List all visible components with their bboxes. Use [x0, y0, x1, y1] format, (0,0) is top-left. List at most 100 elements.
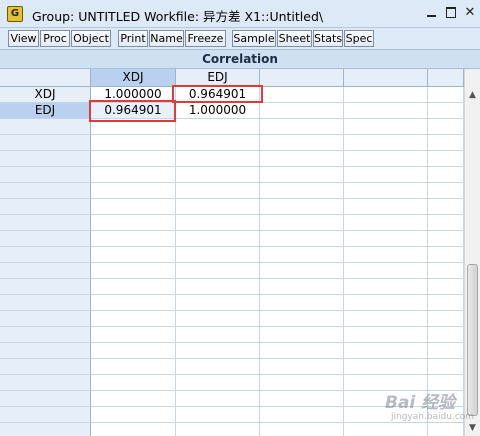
stats-button[interactable]: Stats	[313, 30, 343, 47]
empty-cell[interactable]	[344, 135, 428, 151]
empty-cell[interactable]	[176, 183, 260, 199]
empty-cell[interactable]	[260, 231, 344, 247]
empty-cell[interactable]	[91, 423, 176, 436]
cell-xdj-xdj[interactable]: 1.000000	[91, 87, 176, 103]
name-button[interactable]: Name	[149, 30, 184, 47]
empty-cell[interactable]	[91, 119, 176, 135]
empty-cell[interactable]	[176, 375, 260, 391]
empty-cell[interactable]	[176, 119, 260, 135]
empty-cell[interactable]	[428, 215, 464, 231]
row-header-empty[interactable]	[0, 247, 91, 263]
empty-cell[interactable]	[344, 423, 428, 436]
row-header-empty[interactable]	[0, 215, 91, 231]
empty-cell[interactable]	[428, 103, 464, 119]
empty-cell[interactable]	[260, 407, 344, 423]
empty-cell[interactable]	[176, 151, 260, 167]
empty-cell[interactable]	[91, 359, 176, 375]
object-button[interactable]: Object	[71, 30, 111, 47]
empty-cell[interactable]	[91, 407, 176, 423]
row-header-empty[interactable]	[0, 311, 91, 327]
row-header-empty[interactable]	[0, 343, 91, 359]
empty-cell[interactable]	[428, 87, 464, 103]
row-header-empty[interactable]	[0, 199, 91, 215]
minimize-button[interactable]	[422, 4, 440, 22]
empty-cell[interactable]	[260, 167, 344, 183]
empty-cell[interactable]	[260, 135, 344, 151]
row-header-edj[interactable]: EDJ	[0, 103, 91, 119]
row-header-empty[interactable]	[0, 359, 91, 375]
empty-cell[interactable]	[176, 343, 260, 359]
row-header-empty[interactable]	[0, 423, 91, 436]
empty-cell[interactable]	[91, 183, 176, 199]
empty-cell[interactable]	[344, 231, 428, 247]
empty-cell[interactable]	[344, 343, 428, 359]
maximize-button[interactable]	[442, 4, 460, 22]
empty-cell[interactable]	[176, 391, 260, 407]
empty-cell[interactable]	[91, 343, 176, 359]
empty-cell[interactable]	[260, 119, 344, 135]
empty-cell[interactable]	[260, 87, 344, 103]
empty-cell[interactable]	[176, 295, 260, 311]
row-header-empty[interactable]	[0, 327, 91, 343]
empty-cell[interactable]	[176, 327, 260, 343]
empty-cell[interactable]	[176, 279, 260, 295]
row-header-empty[interactable]	[0, 135, 91, 151]
empty-cell[interactable]	[344, 359, 428, 375]
row-header-empty[interactable]	[0, 279, 91, 295]
empty-cell[interactable]	[344, 199, 428, 215]
empty-cell[interactable]	[428, 311, 464, 327]
empty-cell[interactable]	[176, 199, 260, 215]
column-header-empty[interactable]	[344, 69, 428, 87]
empty-cell[interactable]	[260, 247, 344, 263]
row-header-empty[interactable]	[0, 295, 91, 311]
empty-cell[interactable]	[428, 247, 464, 263]
empty-cell[interactable]	[428, 407, 464, 423]
empty-cell[interactable]	[260, 263, 344, 279]
empty-cell[interactable]	[344, 183, 428, 199]
empty-cell[interactable]	[260, 295, 344, 311]
empty-cell[interactable]	[176, 407, 260, 423]
empty-cell[interactable]	[344, 263, 428, 279]
empty-cell[interactable]	[91, 327, 176, 343]
proc-button[interactable]: Proc	[40, 30, 70, 47]
row-header-empty[interactable]	[0, 263, 91, 279]
spreadsheet-grid[interactable]: XDJ EDJ XDJ 1.000000 0.964901 EDJ 0.9649…	[0, 69, 464, 436]
view-button[interactable]: View	[8, 30, 39, 47]
empty-cell[interactable]	[344, 215, 428, 231]
empty-cell[interactable]	[176, 231, 260, 247]
empty-cell[interactable]	[344, 311, 428, 327]
sample-button[interactable]: Sample	[232, 30, 276, 47]
empty-cell[interactable]	[428, 359, 464, 375]
empty-cell[interactable]	[260, 183, 344, 199]
empty-cell[interactable]	[344, 151, 428, 167]
empty-cell[interactable]	[428, 151, 464, 167]
empty-cell[interactable]	[176, 359, 260, 375]
empty-cell[interactable]	[260, 359, 344, 375]
empty-cell[interactable]	[344, 375, 428, 391]
empty-cell[interactable]	[428, 375, 464, 391]
freeze-button[interactable]: Freeze	[185, 30, 226, 47]
empty-cell[interactable]	[344, 87, 428, 103]
column-header-xdj[interactable]: XDJ	[91, 69, 176, 87]
row-header-empty[interactable]	[0, 119, 91, 135]
empty-cell[interactable]	[428, 231, 464, 247]
empty-cell[interactable]	[260, 423, 344, 436]
empty-cell[interactable]	[260, 151, 344, 167]
empty-cell[interactable]	[428, 263, 464, 279]
empty-cell[interactable]	[344, 119, 428, 135]
row-header-empty[interactable]	[0, 391, 91, 407]
empty-cell[interactable]	[428, 423, 464, 436]
empty-cell[interactable]	[176, 215, 260, 231]
empty-cell[interactable]	[344, 279, 428, 295]
empty-cell[interactable]	[91, 215, 176, 231]
empty-cell[interactable]	[428, 391, 464, 407]
empty-cell[interactable]	[428, 135, 464, 151]
empty-cell[interactable]	[91, 375, 176, 391]
empty-cell[interactable]	[176, 423, 260, 436]
scroll-up-arrow-icon[interactable]: ▲	[465, 87, 480, 103]
empty-cell[interactable]	[91, 391, 176, 407]
empty-cell[interactable]	[91, 231, 176, 247]
empty-cell[interactable]	[260, 311, 344, 327]
row-header-empty[interactable]	[0, 151, 91, 167]
empty-cell[interactable]	[91, 311, 176, 327]
